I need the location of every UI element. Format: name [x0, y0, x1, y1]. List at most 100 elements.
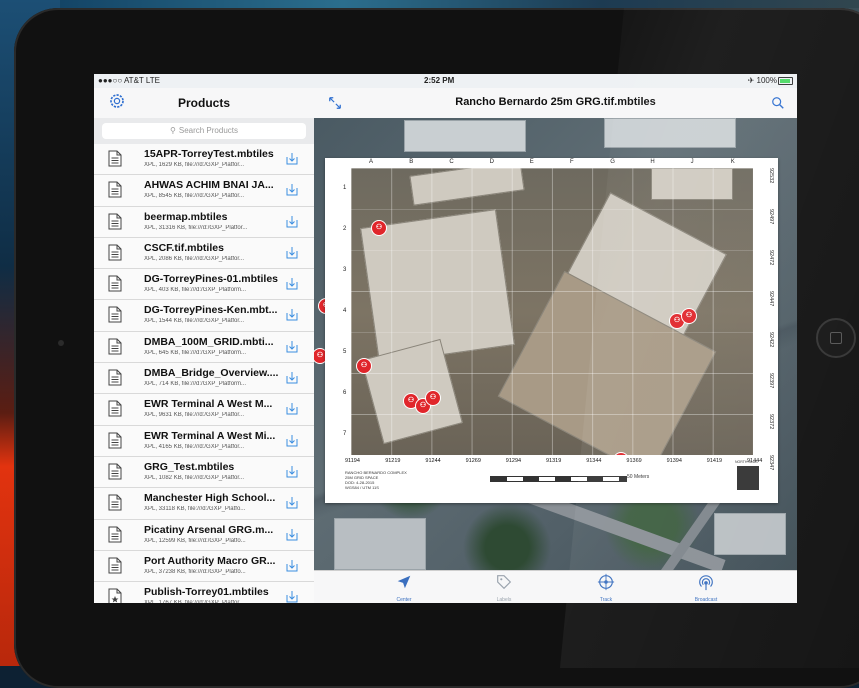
map-marker[interactable]: ⚇	[371, 220, 387, 236]
product-list-item[interactable]: DG-TorreyPines-01.mbtiles XPL, 403 KB, fi…	[94, 269, 314, 301]
download-icon[interactable]	[286, 496, 298, 509]
grid-row-label: 4	[343, 308, 347, 314]
grid-column-label: F	[570, 159, 574, 165]
product-list-item[interactable]: 15APR-TorreyTest.mbtiles XPL, 1629 KB, fi…	[94, 144, 314, 176]
search-icon: ⚲	[170, 126, 176, 135]
download-icon[interactable]	[286, 371, 298, 384]
product-meta: XPL, 37238 KB, file:///d:/GXP_Platfo...	[144, 568, 246, 575]
download-icon[interactable]	[286, 277, 298, 290]
product-list-item[interactable]: GRG_Test.mbtiles XPL, 1082 KB, file:///d:…	[94, 456, 314, 489]
map-view[interactable]: ⚇ ⚇ A B C D E F G H J K 1 2 3 4 5 6 7 92532 92497 92472 92…	[314, 118, 797, 570]
agency-logo	[737, 466, 759, 490]
grid-row-label: 3	[343, 267, 347, 273]
product-list-item[interactable]: EWR Terminal A West M... XPL, 9631 KB, fi…	[94, 394, 314, 426]
search-input[interactable]: ⚲ Search Products	[102, 123, 306, 139]
document-icon	[108, 369, 122, 386]
product-name: DG-TorreyPines-Ken.mbt...	[144, 304, 278, 317]
document-icon	[108, 213, 122, 230]
document-icon	[108, 400, 122, 417]
document-icon	[108, 526, 122, 543]
map-marker[interactable]: ⚇	[425, 390, 441, 406]
broadcast-icon	[699, 575, 713, 591]
map-marker[interactable]: ⚇	[681, 308, 697, 324]
product-meta: XPL, 1544 KB, file:///d:/GXP_Platfor...	[144, 318, 245, 325]
product-list-item[interactable]: EWR Terminal A West Mi... XPL, 4165 KB, f…	[94, 425, 314, 457]
product-list-item[interactable]: Manchester High School... XPL, 33118 KB, …	[94, 488, 314, 520]
sidebar-title: Products	[177, 96, 230, 110]
download-icon[interactable]	[286, 215, 298, 228]
grid-column-label: C	[449, 159, 454, 165]
download-icon[interactable]	[286, 340, 298, 353]
product-list-item[interactable]: DG-TorreyPines-Ken.mbt... XPL, 1544 KB, f…	[94, 300, 314, 332]
product-list-item[interactable]: beermap.mbtiles XPL, 31316 KB, file:///d:…	[94, 206, 314, 238]
tab-broadcast[interactable]: Broadcast	[676, 573, 736, 603]
grid-coord-label: 92447	[768, 291, 774, 307]
grid-row-label: 7	[343, 431, 347, 437]
download-icon[interactable]	[286, 528, 298, 541]
grid-column-label: B	[409, 159, 414, 165]
tab-labels[interactable]: Labels	[474, 573, 534, 603]
sheet-legend: RANCHO BERNARDO COMPLEX 25M GRID SPACE DOD…	[345, 470, 435, 490]
download-icon[interactable]	[286, 246, 298, 259]
product-list-item[interactable]: Port Authority Macro GR... XPL, 37238 KB,…	[94, 550, 314, 583]
document-icon	[108, 181, 122, 198]
scale-label: 50 Meters	[627, 474, 650, 480]
product-list-item[interactable]: Publish-Torrey01.mbtilesXPL, 1767 KB, fi…	[94, 582, 314, 603]
camera-icon	[58, 340, 64, 346]
download-icon[interactable]	[286, 183, 298, 196]
download-icon[interactable]	[286, 152, 298, 165]
battery-label: ✈ 100%	[747, 76, 777, 85]
document-icon	[108, 338, 122, 355]
map-header: Rancho Bernardo 25m GRG.tif.mbtiles	[314, 88, 797, 119]
product-meta: XPL, 1629 KB, file:///d:/GXP_Platfor...	[144, 162, 245, 168]
map-search-icon[interactable]	[771, 96, 785, 110]
product-meta: XPL, 714 KB, file:///d:/GXP_Platform...	[144, 381, 247, 388]
search-bar: ⚲ Search Products	[94, 118, 314, 145]
home-button[interactable]	[816, 318, 856, 358]
product-name: 15APR-TorreyTest.mbtiles	[144, 148, 274, 160]
download-icon[interactable]	[286, 559, 298, 572]
download-icon[interactable]	[286, 434, 298, 447]
product-name: Picatiny Arsenal GRG.m...	[144, 523, 274, 536]
product-name: Manchester High School...	[144, 492, 276, 505]
product-list-item[interactable]: CSCF.tif.mbtiles XPL, 2086 KB, file:///d:…	[94, 237, 314, 270]
grid-coord-label: 91344	[586, 458, 602, 464]
download-icon[interactable]	[286, 402, 298, 415]
aerial-imagery: ⚇ ⚇ ⚇ ⚇ ⚇ ⚇ ⚇ ⚇	[351, 168, 753, 455]
product-list-item[interactable]: DMBA_100M_GRID.mbti... XPL, 645 KB, file:…	[94, 331, 314, 364]
document-icon	[108, 588, 122, 603]
product-meta: XPL, 33118 KB, file:///d:/GXP_Platfo...	[144, 506, 246, 513]
document-icon	[108, 244, 122, 261]
grid-coord-label: 91319	[546, 458, 562, 464]
grid-row-label: 2	[343, 226, 347, 232]
product-name: AHWAS ACHIM BNAI JA...	[144, 179, 274, 192]
map-building	[604, 118, 736, 148]
product-name: GRG_Test.mbtiles	[144, 460, 235, 473]
clock: 2:52 PM	[424, 76, 455, 85]
location-arrow-icon	[397, 575, 411, 589]
crosshair-icon	[597, 573, 615, 591]
product-meta: XPL, 1767 KB, file:///d:/GXP_Platfor...	[144, 600, 284, 603]
download-icon[interactable]	[286, 465, 298, 478]
tab-track[interactable]: Track	[576, 573, 636, 603]
download-icon[interactable]	[286, 308, 298, 321]
legend-line: WGS84 / UTM 11S	[345, 485, 379, 490]
product-list-item[interactable]: AHWAS ACHIM BNAI JA... XPL, 8545 KB, file…	[94, 175, 314, 207]
download-icon[interactable]	[286, 590, 298, 603]
grid-coord-label: 91394	[666, 458, 682, 464]
document-icon	[108, 275, 122, 292]
product-list-item[interactable]: Picatiny Arsenal GRG.m... XPL, 12599 KB, …	[94, 519, 314, 551]
product-name: DG-TorreyPines-01.mbtiles	[144, 273, 279, 286]
tab-center[interactable]: Center	[374, 573, 434, 603]
product-list-item[interactable]: DMBA_Bridge_Overview.... XPL, 714 KB, fil…	[94, 363, 314, 395]
map-marker[interactable]: ⚇	[356, 358, 372, 374]
product-name: EWR Terminal A West M...	[144, 398, 273, 411]
status-bar: ●●●○○ AT&T LTE 2:52 PM ✈ 100%	[94, 74, 797, 88]
map-building	[714, 513, 786, 555]
product-name: DMBA_100M_GRID.mbti...	[144, 335, 274, 348]
grid-column-label: A	[369, 159, 374, 165]
map-building	[334, 518, 426, 570]
grg-sheet: A B C D E F G H J K 1 2 3 4 5 6 7 92532 92497 92472 92447 9…	[325, 158, 778, 503]
product-meta: XPL, 8545 KB, file:///d:/GXP_Platfor...	[144, 193, 245, 200]
document-icon	[108, 432, 122, 449]
